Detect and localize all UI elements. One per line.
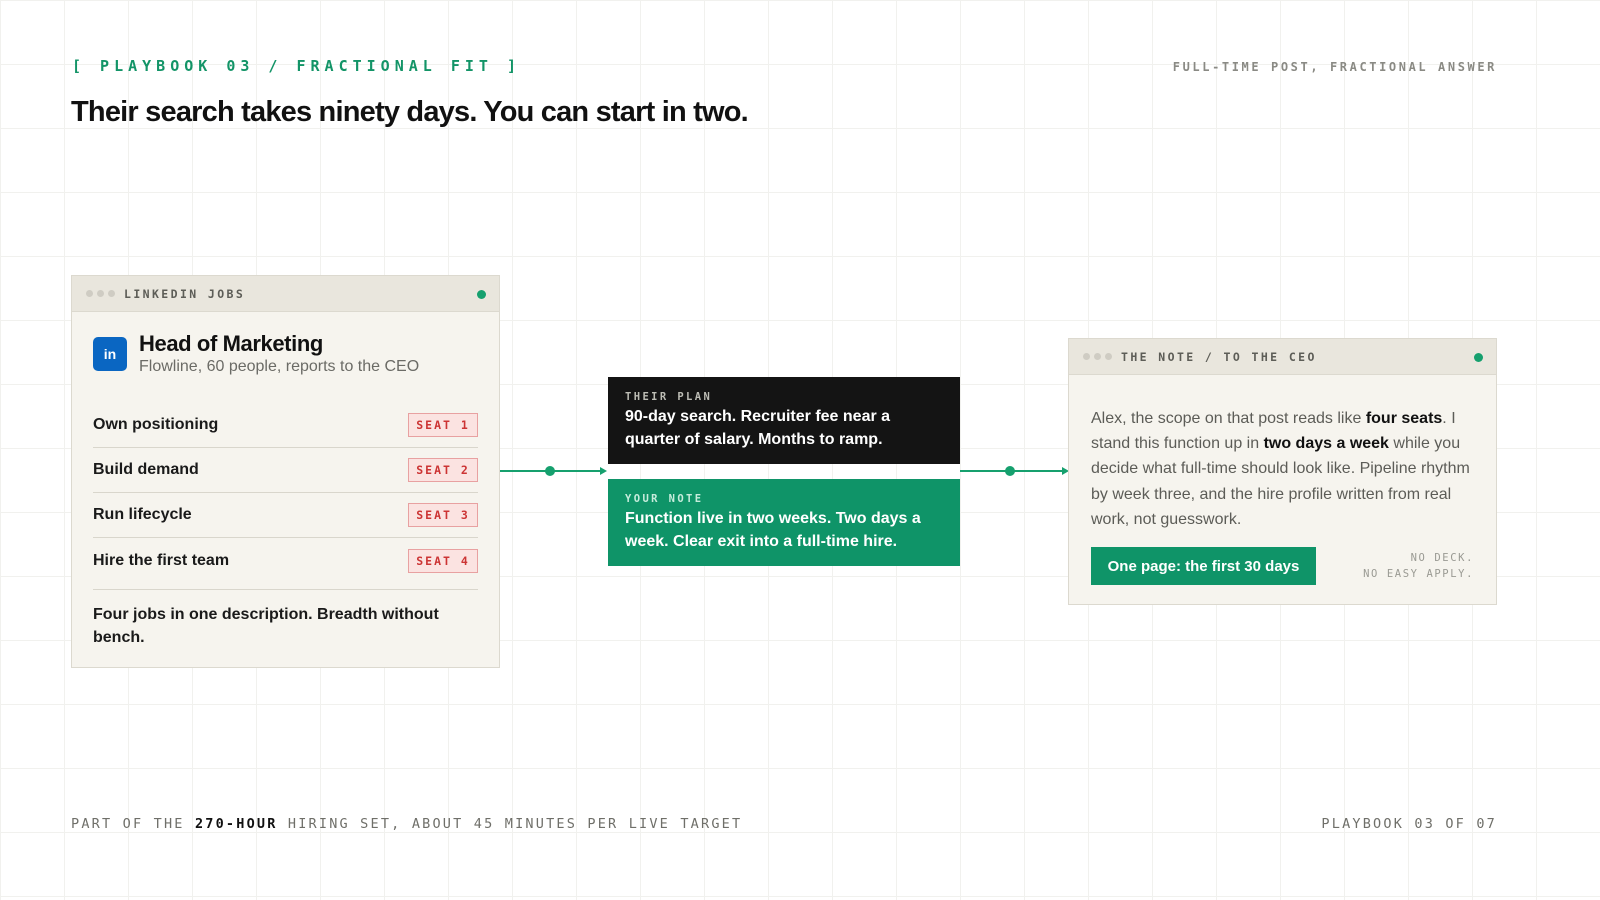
page-headline: Their search takes ninety days. You can … xyxy=(71,96,749,128)
connector-node-right xyxy=(1005,466,1015,476)
window-dot xyxy=(1094,353,1101,360)
seat-label: Hire the first team xyxy=(93,551,230,569)
fine-print: NO DECK. NO EASY APPLY. xyxy=(1363,551,1474,582)
playbook-counter: PLAYBOOK 03 OF 07 xyxy=(1321,816,1497,832)
window-dot xyxy=(97,290,104,297)
note-text: Alex, the scope on that post reads like xyxy=(1091,410,1366,427)
seat-tag: SEAT 2 xyxy=(408,458,478,482)
job-window-bar: LINKEDIN JOBS xyxy=(72,276,499,312)
footer-text: PART OF THE xyxy=(71,816,195,832)
first-30-days-button[interactable]: One page: the first 30 days xyxy=(1091,547,1316,585)
job-window-title: LINKEDIN JOBS xyxy=(124,286,246,301)
their-plan-kicker: THEIR PLAN xyxy=(625,391,713,403)
job-subtitle: Flowline, 60 people, reports to the CEO xyxy=(139,358,420,375)
their-plan-block: THEIR PLAN 90-day search. Recruiter fee … xyxy=(608,377,960,464)
divider xyxy=(93,589,478,590)
playbook-eyebrow: [ PLAYBOOK 03 / FRACTIONAL FIT ] xyxy=(72,57,521,75)
arrow-right-icon xyxy=(600,467,607,475)
seat-row: Own positioning SEAT 1 xyxy=(93,403,478,448)
job-posting-card: LINKEDIN JOBS in Head of Marketing Flowl… xyxy=(71,275,500,668)
seat-list: Own positioning SEAT 1 Build demand SEAT… xyxy=(93,403,478,583)
window-dot xyxy=(1083,353,1090,360)
footer-emphasis: 270-HOUR xyxy=(194,816,278,832)
job-header: in Head of Marketing Flowline, 60 people… xyxy=(93,331,419,377)
note-window-bar: THE NOTE / TO THE CEO xyxy=(1069,339,1496,375)
seat-label: Own positioning xyxy=(93,416,219,433)
your-note-block: YOUR NOTE Function live in two weeks. Tw… xyxy=(608,479,960,566)
your-note-kicker: YOUR NOTE xyxy=(625,493,704,505)
page-tagline: FULL-TIME POST, FRACTIONAL ANSWER xyxy=(1172,60,1497,74)
seat-tag: SEAT 1 xyxy=(408,413,478,437)
window-dots xyxy=(86,290,115,297)
linkedin-icon: in xyxy=(93,337,127,371)
status-dot-icon xyxy=(1474,353,1483,362)
job-summary: Four jobs in one description. Breadth wi… xyxy=(93,606,439,646)
connector-node-left xyxy=(545,466,555,476)
footer-note: PART OF THE 270-HOUR HIRING SET, ABOUT 4… xyxy=(71,816,742,832)
window-dots xyxy=(1083,353,1112,360)
note-body: Alex, the scope on that post reads like … xyxy=(1091,406,1481,532)
window-dot xyxy=(86,290,93,297)
seat-label: Build demand xyxy=(93,461,199,478)
fine-print-line: NO DECK. xyxy=(1410,552,1474,564)
note-to-ceo-card: THE NOTE / TO THE CEO Alex, the scope on… xyxy=(1068,338,1497,605)
note-emphasis: four seats xyxy=(1365,410,1443,427)
seat-tag: SEAT 3 xyxy=(408,503,478,527)
fine-print-line: NO EASY APPLY. xyxy=(1363,567,1474,580)
window-dot xyxy=(108,290,115,297)
seat-tag: SEAT 4 xyxy=(408,548,478,573)
your-note-text: Function live in two weeks. Two days a w… xyxy=(625,510,921,550)
footer-text: HIRING SET, ABOUT 45 MINUTES PER LIVE TA… xyxy=(277,816,743,832)
their-plan-text: 90-day search. Recruiter fee near a quar… xyxy=(625,408,891,448)
seat-row: Run lifecycle SEAT 3 xyxy=(93,493,478,538)
seat-row: Build demand SEAT 2 xyxy=(93,448,478,493)
note-emphasis: two days a week xyxy=(1263,435,1389,453)
status-dot-icon xyxy=(477,290,486,299)
window-dot xyxy=(1105,353,1112,360)
seat-label: Run lifecycle xyxy=(93,506,192,523)
job-title[interactable]: Head of Marketing xyxy=(139,331,419,357)
note-window-title: THE NOTE / TO THE CEO xyxy=(1121,349,1317,364)
seat-row: Hire the first team SEAT 4 xyxy=(93,538,478,583)
